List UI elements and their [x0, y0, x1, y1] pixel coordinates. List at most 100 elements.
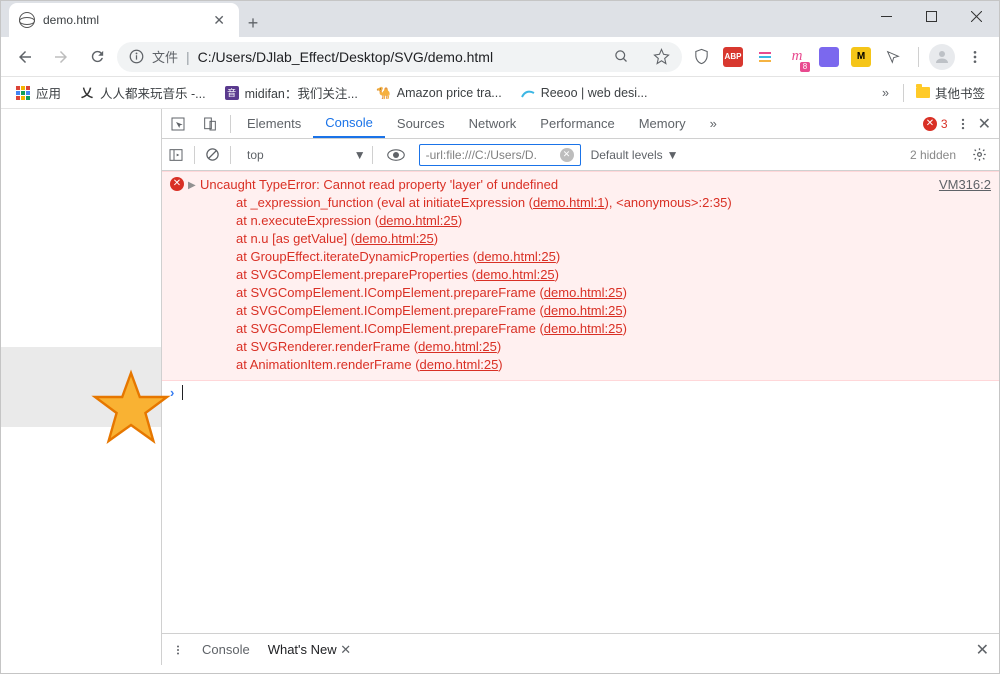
devtools-tabs: Elements Console Sources Network Perform… [162, 109, 999, 139]
bookmark-favicon: 乂 [79, 85, 95, 101]
tab-memory[interactable]: Memory [627, 109, 698, 138]
menu-button[interactable] [959, 41, 991, 73]
console-prompt[interactable]: › [162, 381, 999, 404]
stack-source-link[interactable]: demo.html:25 [379, 213, 458, 228]
bookmark-item[interactable]: 音midifan：我们关注... [218, 80, 364, 105]
stack-source-link[interactable]: demo.html:25 [477, 249, 556, 264]
close-tab-button[interactable]: ✕ [209, 12, 229, 29]
stack-line: at SVGCompElement.ICompElement.prepareFr… [236, 320, 991, 338]
stack-source-link[interactable]: demo.html:25 [420, 357, 499, 372]
search-icon[interactable] [614, 49, 629, 64]
m8-ext-icon[interactable]: m8 [782, 42, 812, 72]
text-cursor [182, 385, 183, 400]
page-viewport [1, 109, 161, 665]
console-settings-button[interactable] [966, 147, 993, 162]
error-icon: ✕ [170, 177, 184, 191]
close-drawer-button[interactable]: ✕ [976, 640, 989, 660]
info-icon [129, 49, 144, 64]
drawer-menu-button[interactable] [172, 644, 184, 656]
inspect-icon[interactable] [162, 116, 194, 132]
stack-line: at n.executeExpression (demo.html:25) [236, 212, 991, 230]
stack-line: at AnimationItem.renderFrame (demo.html:… [236, 356, 991, 374]
bookmark-item[interactable]: 🐪Amazon price tra... [370, 82, 508, 104]
context-select[interactable]: top ▼ [241, 146, 373, 164]
stack-source-link[interactable]: demo.html:25 [418, 339, 497, 354]
chevron-down-icon: ▼ [354, 148, 366, 162]
expand-caret-icon[interactable]: ▶ [188, 177, 196, 195]
drawer-tab-console[interactable]: Console [202, 642, 250, 657]
close-tab-icon[interactable]: ✕ [340, 642, 351, 657]
stack-line: at GroupEffect.iterateDynamicProperties … [236, 248, 991, 266]
tab-sources[interactable]: Sources [385, 109, 457, 138]
bookmark-item[interactable]: 乂人人都来玩音乐 -... [73, 80, 212, 105]
tab-performance[interactable]: Performance [528, 109, 626, 138]
sidebar-toggle-icon[interactable] [168, 147, 184, 163]
purple-ext-icon[interactable] [814, 42, 844, 72]
stack-source-link[interactable]: demo.html:1 [533, 195, 605, 210]
stack-source-link[interactable]: demo.html:25 [476, 267, 555, 282]
cursor-ext-icon[interactable] [878, 42, 908, 72]
console-filter-input[interactable]: -url:file:///C:/Users/D. ✕ [419, 144, 581, 166]
device-icon[interactable] [194, 116, 226, 132]
shield-icon[interactable] [686, 42, 716, 72]
bookmark-favicon: 音 [224, 85, 240, 101]
log-levels-select[interactable]: Default levels ▼ [585, 148, 685, 162]
clear-console-button[interactable] [205, 147, 220, 162]
drawer-tab-whatsnew[interactable]: What's New ✕ [268, 642, 351, 658]
error-icon: ✕ [923, 117, 937, 131]
stack-line: at SVGCompElement.ICompElement.prepareFr… [236, 284, 991, 302]
devtools-menu-button[interactable] [956, 117, 970, 131]
devtools-panel: Elements Console Sources Network Perform… [161, 109, 999, 665]
tabs-overflow-button[interactable]: » [698, 109, 729, 138]
other-bookmarks-button[interactable]: 其他书签 [910, 80, 991, 105]
stack-line: at SVGRenderer.renderFrame (demo.html:25… [236, 338, 991, 356]
maximize-button[interactable] [909, 1, 954, 31]
devtools-drawer: Console What's New ✕ ✕ [162, 633, 999, 665]
bookmark-overflow-button[interactable]: » [874, 86, 897, 100]
console-error-message[interactable]: ✕ ▶ VM316:2 Uncaught TypeError: Cannot r… [162, 171, 999, 381]
abp-ext-icon[interactable]: ABP [718, 42, 748, 72]
forward-button[interactable] [45, 41, 77, 73]
m-ext-icon[interactable]: M [846, 42, 876, 72]
stack-source-link[interactable]: demo.html:25 [355, 231, 434, 246]
tab-strip: demo.html ✕ + [1, 1, 999, 37]
browser-tab[interactable]: demo.html ✕ [9, 3, 239, 37]
new-tab-button[interactable]: + [239, 9, 267, 37]
lines-ext-icon[interactable] [750, 42, 780, 72]
profile-avatar[interactable] [929, 44, 955, 70]
star-shape [91, 369, 171, 449]
apps-icon [15, 85, 31, 101]
star-icon[interactable] [653, 48, 670, 65]
apps-bookmark[interactable]: 应用 [9, 80, 67, 105]
stack-source-link[interactable]: demo.html:25 [544, 303, 623, 318]
tab-console[interactable]: Console [313, 109, 385, 138]
apps-label: 应用 [36, 83, 61, 102]
address-bar[interactable]: 文件 | C:/Users/DJlab_Effect/Desktop/SVG/d… [117, 42, 682, 72]
stack-source-link[interactable]: demo.html:25 [544, 321, 623, 336]
error-count-badge[interactable]: ✕3 [923, 117, 948, 131]
console-filter-bar: top ▼ -url:file:///C:/Users/D. ✕ Default… [162, 139, 999, 171]
close-devtools-button[interactable]: ✕ [978, 114, 991, 134]
tab-elements[interactable]: Elements [235, 109, 313, 138]
camel-icon: 🐪 [376, 85, 392, 101]
chevron-down-icon: ▼ [667, 148, 679, 162]
error-text: Uncaught TypeError: Cannot read property… [192, 176, 991, 194]
url-scheme-label: 文件 [152, 47, 178, 66]
live-expression-button[interactable] [387, 148, 405, 162]
stack-trace: at _expression_function (eval at initiat… [192, 194, 991, 374]
reload-button[interactable] [81, 41, 113, 73]
tab-network[interactable]: Network [457, 109, 529, 138]
clear-filter-button[interactable]: ✕ [560, 148, 574, 162]
console-output: ✕ ▶ VM316:2 Uncaught TypeError: Cannot r… [162, 171, 999, 633]
back-button[interactable] [9, 41, 41, 73]
folder-icon [916, 87, 930, 98]
stack-line: at SVGCompElement.ICompElement.prepareFr… [236, 302, 991, 320]
error-source-link[interactable]: VM316:2 [939, 176, 991, 194]
window-controls [864, 1, 999, 31]
stack-source-link[interactable]: demo.html:25 [544, 285, 623, 300]
url-text: C:/Users/DJlab_Effect/Desktop/SVG/demo.h… [198, 49, 493, 65]
minimize-button[interactable] [864, 1, 909, 31]
reeoo-icon [520, 85, 536, 101]
close-window-button[interactable] [954, 1, 999, 31]
bookmark-item[interactable]: Reeoo | web desi... [514, 82, 654, 104]
